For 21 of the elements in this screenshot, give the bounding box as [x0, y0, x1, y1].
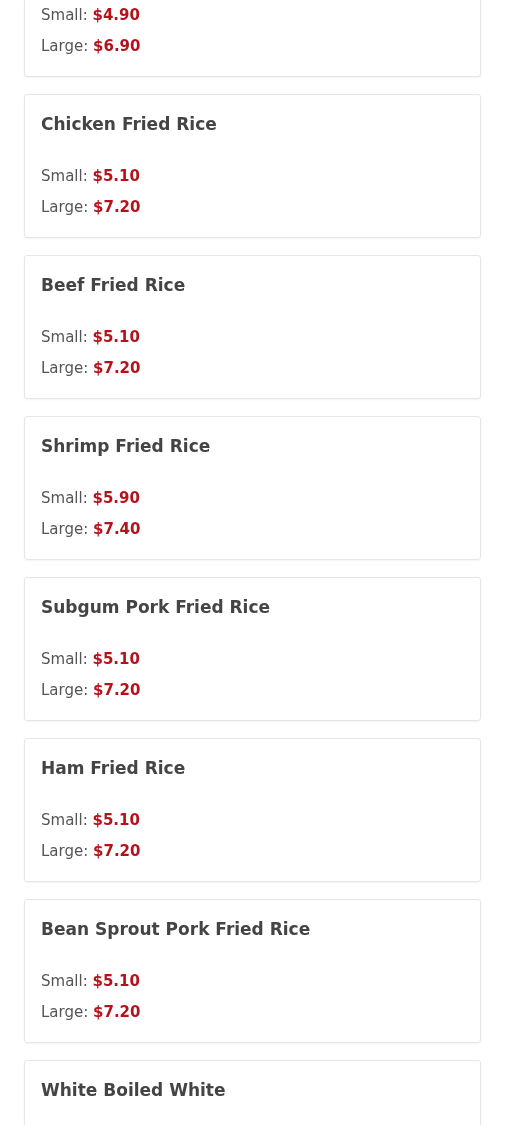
price-line: Small: $5.90: [41, 488, 141, 509]
dish-name: Bean Sprout Pork Fried Rice: [41, 918, 312, 941]
price-line: Large: $7.20: [41, 358, 142, 379]
price-line: Large: $7.20: [41, 1002, 142, 1023]
price-line: Small: $5.10: [41, 166, 141, 187]
price-line: Small: $5.10: [41, 327, 141, 348]
dish-name: Subgum Pork Fried Rice: [41, 596, 272, 619]
dish-name: Chicken Fried Rice: [41, 113, 218, 136]
price-line: Small: $4.90: [41, 5, 141, 26]
price-line: Large: $7.20: [41, 680, 142, 701]
price-line: Small: $5.10: [41, 649, 141, 670]
price-line: Large: $7.20: [41, 841, 142, 862]
price-line: Large: $7.20: [41, 197, 142, 218]
dish-name: Beef Fried Rice: [41, 274, 187, 297]
dish-name: Ham Fried Rice: [41, 757, 187, 780]
dish-name: White Boiled White: [41, 1079, 227, 1102]
price-line: Small: $5.10: [41, 810, 141, 831]
price-line: Large: $6.90: [41, 36, 142, 57]
price-line: Small: $5.10: [41, 971, 141, 992]
dish-name: Shrimp Fried Rice: [41, 435, 212, 458]
price-line: Large: $7.40: [41, 519, 142, 540]
